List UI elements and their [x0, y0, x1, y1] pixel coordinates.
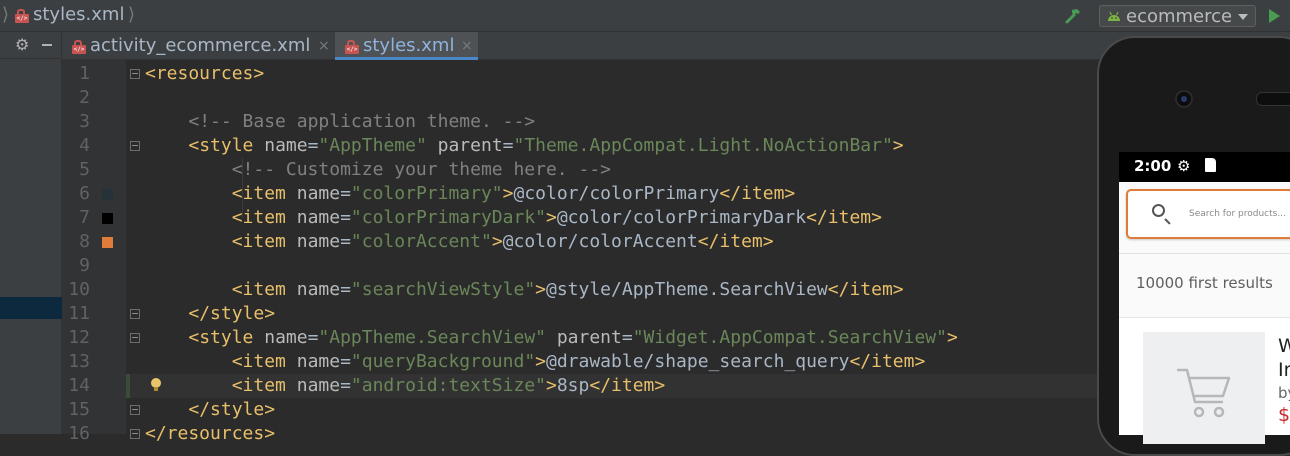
- settings-icon: ⚙: [1177, 157, 1191, 175]
- product-author: by: [1278, 384, 1290, 402]
- line-number: 3: [79, 111, 90, 132]
- line-number: 8: [79, 231, 90, 252]
- line-number: 4: [79, 135, 90, 156]
- tab-label: activity_ecommerce.xml: [90, 35, 311, 56]
- camera-icon: [1175, 90, 1193, 108]
- line-number: 9: [79, 255, 90, 276]
- code-line: </style>: [188, 303, 276, 324]
- color-swatch-primary-dark[interactable]: [102, 213, 113, 224]
- fold-toggle-icon[interactable]: [130, 405, 140, 415]
- fold-toggle-icon[interactable]: [130, 333, 140, 343]
- code-line: <style name="AppTheme" parent="Theme.App…: [188, 135, 904, 156]
- line-number: 6: [79, 183, 90, 204]
- fold-toggle-icon[interactable]: [130, 69, 140, 79]
- line-number: 11: [68, 303, 90, 324]
- line-number: 15: [68, 399, 90, 420]
- code-line: </style>: [188, 399, 276, 420]
- results-count: 10000 first results: [1136, 274, 1273, 292]
- code-line: <item name="queryBackground">@drawable/s…: [231, 351, 926, 372]
- run-configuration-label: ecommerce: [1126, 6, 1233, 27]
- fold-toggle-icon[interactable]: [130, 141, 140, 151]
- line-number: 13: [68, 351, 90, 372]
- android-icon: [1108, 11, 1120, 21]
- code-line: </resources>: [145, 423, 276, 444]
- code-line: <style name="AppTheme.SearchView" parent…: [188, 327, 958, 348]
- search-view[interactable]: Search for products...: [1126, 189, 1290, 239]
- speaker-grille: [1256, 92, 1290, 106]
- device-status-bar: 2:00 ⚙: [1119, 152, 1290, 182]
- change-marker: [126, 374, 130, 398]
- minimize-icon[interactable]: [42, 44, 52, 46]
- line-number: 12: [68, 327, 90, 348]
- close-icon[interactable]: ×: [461, 38, 473, 54]
- project-panel-toolbar: ⚙: [0, 32, 62, 59]
- line-number: 10: [68, 279, 90, 300]
- product-price: $: [1278, 404, 1290, 426]
- run-play-icon[interactable]: [1269, 9, 1280, 23]
- navigation-bar: ⟩ </> styles.xml ⟩ ecommerce: [0, 0, 1290, 32]
- product-title: W In: [1278, 335, 1290, 381]
- line-number: 16: [68, 423, 90, 444]
- chevron-down-icon: [1238, 14, 1248, 20]
- search-icon: [1152, 204, 1165, 217]
- fold-toggle-icon[interactable]: [130, 309, 140, 319]
- search-placeholder: Search for products...: [1189, 209, 1286, 219]
- tab-activity-ecommerce[interactable]: </> activity_ecommerce.xml ×: [62, 32, 334, 60]
- status-time: 2:00: [1134, 157, 1172, 175]
- xml-file-icon: </>: [345, 40, 359, 54]
- tab-label: styles.xml: [363, 35, 455, 56]
- app-screen: Search for products... 10000 first resul…: [1119, 182, 1290, 444]
- code-line: <resources>: [145, 63, 265, 84]
- gear-icon[interactable]: ⚙: [15, 36, 29, 54]
- code-line: <item name="colorPrimaryDark">@color/col…: [231, 207, 882, 228]
- xml-file-icon: </>: [72, 40, 86, 54]
- sd-card-icon: [1205, 158, 1216, 172]
- code-line: <item name="colorAccent">@color/colorAcc…: [231, 231, 774, 252]
- project-panel: ⚙: [0, 32, 62, 434]
- breadcrumb-separator: ⟩: [2, 4, 10, 25]
- line-number: 5: [79, 159, 90, 180]
- run-configuration-dropdown[interactable]: ecommerce: [1099, 5, 1256, 27]
- line-number: 1: [79, 63, 90, 84]
- fold-toggle-icon[interactable]: [130, 429, 140, 439]
- code-line: <!-- Base application theme. -->: [188, 111, 536, 132]
- line-number: 7: [79, 207, 90, 228]
- code-line: <item name="android:textSize">8sp</item>: [231, 375, 666, 396]
- line-number: 14: [68, 375, 90, 396]
- divider: [1119, 253, 1290, 254]
- breadcrumb-separator: ⟩: [128, 4, 136, 25]
- project-tree-selected-row[interactable]: [0, 297, 62, 319]
- breadcrumb-file[interactable]: styles.xml: [33, 4, 124, 25]
- build-hammer-icon[interactable]: [1064, 7, 1082, 25]
- shopping-cart-icon: [1177, 368, 1231, 418]
- close-icon[interactable]: ×: [318, 38, 330, 54]
- color-swatch-accent[interactable]: [102, 237, 113, 248]
- product-thumbnail: [1143, 332, 1265, 444]
- code-line: <item name="searchViewStyle">@style/AppT…: [231, 279, 904, 300]
- line-number: 2: [79, 87, 90, 108]
- xml-file-icon: </>: [15, 9, 29, 23]
- code-line: <item name="colorPrimary">@color/colorPr…: [231, 183, 796, 204]
- code-line: <!-- Customize your theme here. -->: [231, 159, 611, 180]
- product-card[interactable]: W In by $: [1119, 317, 1290, 444]
- color-swatch-primary[interactable]: [102, 189, 113, 200]
- tab-styles[interactable]: </> styles.xml ×: [335, 32, 478, 60]
